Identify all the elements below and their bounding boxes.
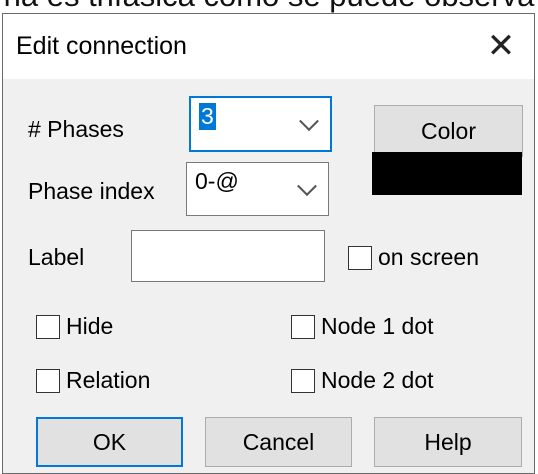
label-input[interactable]: [131, 230, 325, 282]
node-2-dot-checkbox[interactable]: [291, 369, 315, 393]
label-field-label: Label: [28, 244, 85, 270]
ok-button[interactable]: OK: [36, 417, 183, 467]
cancel-button[interactable]: Cancel: [205, 417, 352, 467]
chevron-down-icon: [299, 111, 319, 132]
color-swatch[interactable]: [372, 152, 522, 195]
on-screen-checkbox[interactable]: [348, 246, 372, 270]
node-2-dot-label: Node 2 dot: [321, 367, 434, 393]
edit-connection-dialog: Edit connection ✕ # Phases 3 Color Phase…: [2, 13, 535, 474]
phases-value: 3: [199, 103, 216, 130]
hide-checkbox[interactable]: [36, 315, 60, 339]
color-button[interactable]: Color: [374, 105, 523, 157]
node-1-dot-checkbox[interactable]: [291, 315, 315, 339]
close-icon[interactable]: ✕: [478, 24, 524, 68]
help-button[interactable]: Help: [374, 417, 522, 467]
background-document-text: na es trifásica como se puede observa: [0, 0, 538, 14]
on-screen-label: on screen: [378, 244, 480, 270]
phase-index-value: 0-@: [195, 168, 239, 194]
relation-checkbox[interactable]: [36, 369, 60, 393]
hide-label: Hide: [66, 313, 114, 339]
phase-index-combo[interactable]: 0-@: [186, 162, 329, 216]
title-bar: Edit connection ✕: [3, 14, 534, 79]
phases-combo[interactable]: 3: [189, 96, 332, 152]
chevron-down-icon: [297, 176, 317, 197]
phase-index-label: Phase index: [28, 178, 155, 204]
phases-label: # Phases: [28, 116, 124, 142]
relation-label: Relation: [66, 367, 151, 393]
dialog-title: Edit connection: [16, 32, 187, 60]
node-1-dot-label: Node 1 dot: [321, 313, 434, 339]
